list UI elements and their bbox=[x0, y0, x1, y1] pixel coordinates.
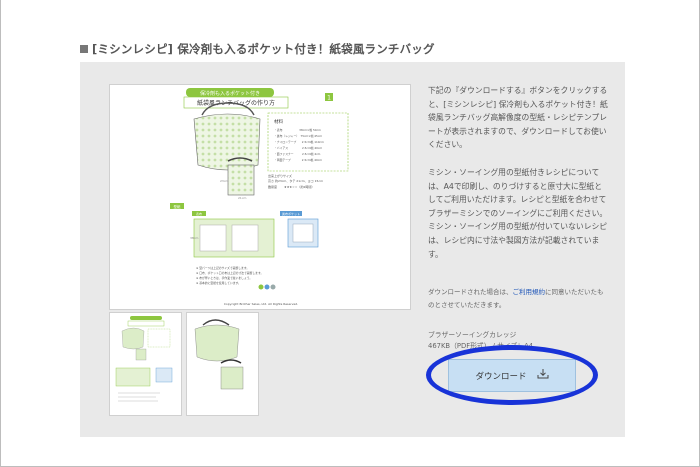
download-button[interactable]: ダウンロード bbox=[448, 359, 576, 392]
title-bullet-icon bbox=[80, 45, 88, 53]
terms-note: ダウンロードされた場合は、ご利用規約に同意いただいたものとさせていただきます。 bbox=[428, 286, 608, 312]
material-line: ・両面テープ 2.5cm幅 40cm bbox=[274, 158, 322, 162]
download-icon bbox=[537, 369, 549, 382]
svg-text:38cm: 38cm bbox=[190, 236, 198, 240]
note-line: ※ 口布、ポケット口の布は上記の寸法で裁断します。 bbox=[196, 271, 263, 275]
publisher-name: ブラザーソーイングカレッジ bbox=[428, 331, 517, 339]
page-title: [ミシンレシピ] 保冷剤も入るポケット付き！紙袋風ランチバッグ bbox=[92, 42, 435, 56]
material-line: ・面ファスナー 2.5cm幅 4cm bbox=[274, 152, 321, 156]
materials-box: 材料 ・表布 38cm×幅 50cm ・裏布（レジャー） 75cm×幅 45cm… bbox=[267, 112, 349, 172]
sheet-page-number: 1 bbox=[327, 95, 331, 102]
copyright-text: Copyright Brother Sales, Ltd. All Rights… bbox=[224, 302, 298, 306]
preview-thumbnail-page-1[interactable] bbox=[109, 312, 182, 416]
description-text: 下記の『ダウンロードする』ボタンをクリックすると、[ミシンレシピ] 保冷剤も入る… bbox=[428, 84, 608, 261]
description-paragraph: 下記の『ダウンロードする』ボタンをクリックすると、[ミシンレシピ] 保冷剤も入る… bbox=[428, 86, 608, 150]
note-line: ※ 基本的に型紙を使用しています。 bbox=[196, 281, 241, 285]
level-value: ★★★☆☆（約2時間） bbox=[284, 184, 314, 189]
svg-text:21cm: 21cm bbox=[238, 196, 246, 200]
material-line: ・裏布（レジャー） 75cm×幅 45cm bbox=[274, 134, 322, 138]
sheet-header: 保冷剤も入るポケット付き 紙袋風ランチバッグの作り方 1 bbox=[183, 88, 333, 109]
svg-text:23cm: 23cm bbox=[220, 179, 228, 183]
note-line: ※ 布が厚いときは、手作業で縫いましょう。 bbox=[196, 276, 252, 280]
level-label: 難易度 bbox=[268, 184, 277, 189]
materials-heading: 材料 bbox=[274, 118, 283, 125]
notes-section: ※ 型パーツは上記のサイズで裁断します。 ※ 口布、ポケット口の布は上記の寸法で… bbox=[196, 266, 276, 290]
sheet-banner-text: 保冷剤も入るポケット付き bbox=[200, 90, 260, 97]
note-line: ※ 型パーツは上記のサイズで裁断します。 bbox=[196, 266, 249, 270]
pattern-tag: 表布 bbox=[196, 211, 202, 216]
material-line: ・ナイロンテープ 2.5cm幅 110cm bbox=[274, 140, 324, 144]
frame-left-border bbox=[0, 0, 1, 467]
material-line: ・バイアス 2.5cm幅 40cm bbox=[274, 146, 322, 150]
size-label: 出来上がりサイズ bbox=[268, 173, 292, 178]
terms-link[interactable]: ご利用規約 bbox=[513, 288, 546, 296]
size-value: 高さ 約23cm、タテ 21cm、ヨコ 15cm bbox=[268, 178, 323, 183]
size-level-info: 出来上がりサイズ 高さ 約23cm、タテ 21cm、ヨコ 15cm 難易度 ★★… bbox=[268, 173, 323, 189]
file-info: 467KB（PDF形式） / サイズ：A4 bbox=[428, 341, 534, 350]
pattern-tag: 裏布ポケット bbox=[282, 211, 300, 216]
pattern-section: 型紙 表布 裏布ポケット 38cm bbox=[170, 203, 319, 258]
preview-thumbnail-page-2[interactable] bbox=[186, 312, 259, 416]
material-line: ・表布 38cm×幅 50cm bbox=[274, 128, 321, 132]
description-paragraph: ミシン・ソーイング用の型紙付きレシピについては、A4で印刷し、のりづけすると原寸… bbox=[428, 167, 608, 218]
file-meta: ブラザーソーイングカレッジ 467KB（PDF形式） / サイズ：A4 bbox=[428, 330, 608, 351]
page-title-row: [ミシンレシピ] 保冷剤も入るポケット付き！紙袋風ランチバッグ bbox=[80, 40, 625, 58]
description-paragraph: ミシン・ソーイング用の型紙が付いていないレシピは、レシピ内に寸法や製図方法が記載… bbox=[428, 222, 608, 259]
terms-note-prefix: ダウンロードされた場合は、 bbox=[428, 288, 513, 296]
pattern-label: 型紙 bbox=[174, 204, 181, 209]
recipe-sheet-preview[interactable]: 保冷剤も入るポケット付き 紙袋風ランチバッグの作り方 1 23cm 21cm 材… bbox=[109, 84, 411, 310]
download-button-label: ダウンロード bbox=[475, 371, 527, 382]
